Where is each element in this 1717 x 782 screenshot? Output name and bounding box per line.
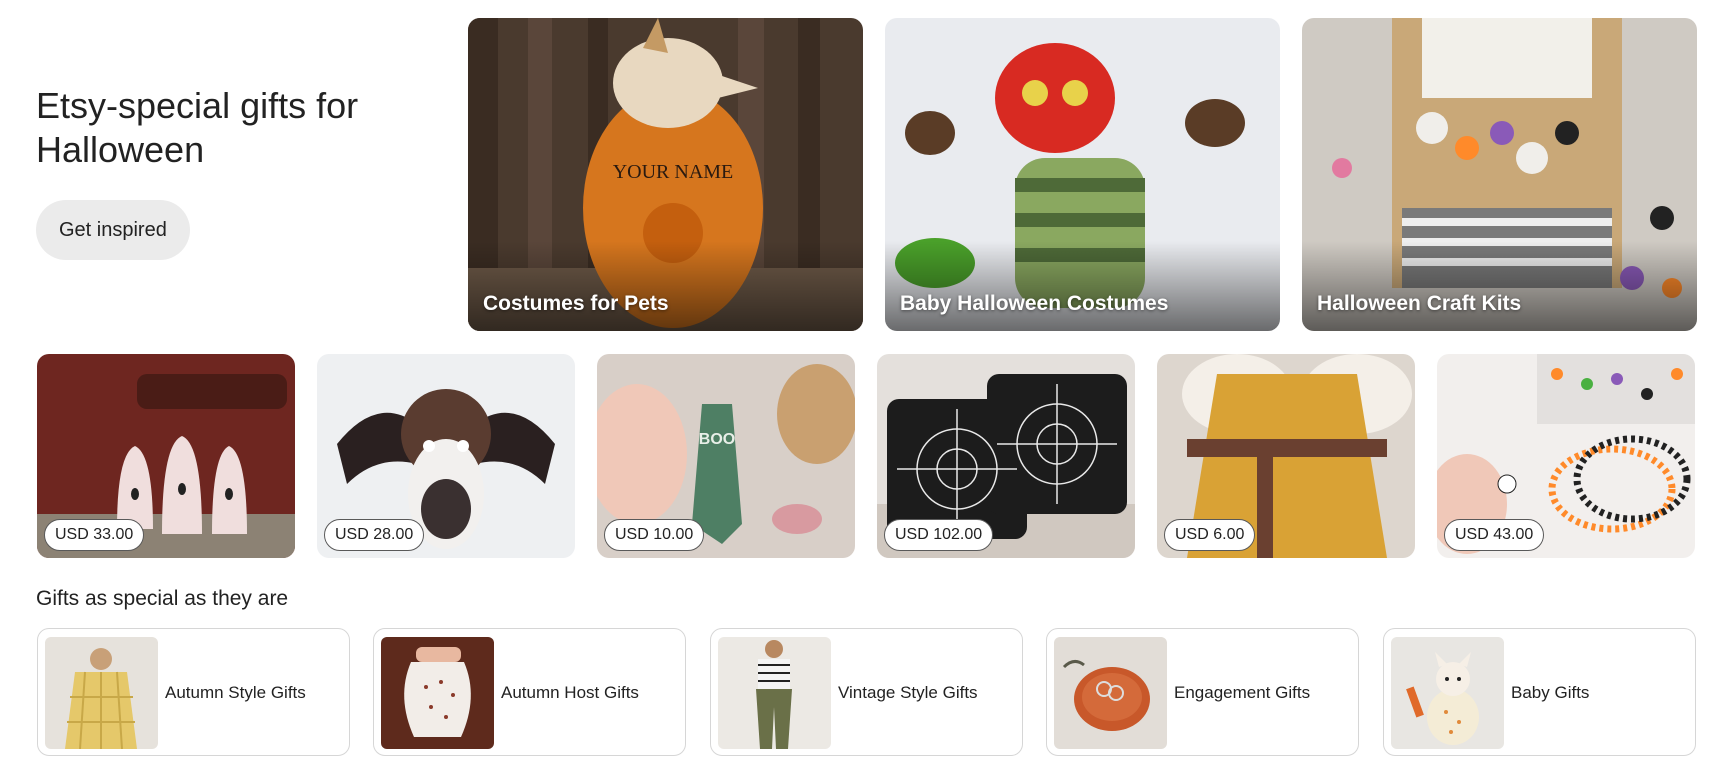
gift-label: Baby Gifts	[1511, 683, 1590, 702]
price-badge: USD 6.00	[1164, 519, 1256, 551]
price-badge: USD 102.00	[884, 519, 994, 551]
gift-card-autumn-style[interactable]: Autumn Style Gifts	[37, 628, 350, 756]
price-badge: USD 10.00	[604, 519, 705, 551]
gift-card-baby[interactable]: Baby Gifts	[1383, 628, 1696, 756]
price-badge: USD 33.00	[44, 519, 145, 551]
gift-label: Vintage Style Gifts	[838, 683, 978, 702]
gift-thumb	[1391, 637, 1504, 749]
category-card-costumes-for-pets[interactable]: YOUR NAME Costumes for Pets	[468, 18, 863, 331]
gift-card-vintage-style[interactable]: Vintage Style Gifts	[710, 628, 1023, 756]
item-card-bead-bracelets[interactable]: USD 43.00	[1437, 354, 1695, 558]
get-inspired-button[interactable]: Get inspired	[36, 200, 190, 260]
svg-text:BOO: BOO	[699, 431, 735, 448]
gifts-section-title: Gifts as special as they are	[36, 587, 289, 610]
item-card-bat-hat[interactable]: USD 28.00	[317, 354, 575, 558]
item-card-keychain[interactable]: BOO USD 10.00	[597, 354, 855, 558]
gift-thumb	[45, 637, 158, 749]
item-card-belt[interactable]: USD 6.00	[1157, 354, 1415, 558]
category-label: Costumes for Pets	[483, 292, 669, 315]
gift-thumb	[1054, 637, 1167, 749]
gift-label: Engagement Gifts	[1174, 683, 1311, 702]
gift-label: Autumn Style Gifts	[165, 683, 306, 702]
hero-title: Etsy-special gifts for Halloween	[36, 85, 359, 170]
price-badge: USD 28.00	[324, 519, 425, 551]
category-card-baby-halloween-costumes[interactable]: Baby Halloween Costumes	[885, 18, 1280, 331]
item-card-spiderweb-pillows[interactable]: USD 102.00	[877, 354, 1135, 558]
category-card-halloween-craft-kits[interactable]: Halloween Craft Kits	[1302, 18, 1697, 331]
item-card-clay-ghosts[interactable]: USD 33.00	[37, 354, 295, 558]
category-label: Halloween Craft Kits	[1317, 292, 1522, 315]
gift-thumb	[718, 637, 831, 749]
category-label: Baby Halloween Costumes	[900, 292, 1169, 315]
gift-label: Autumn Host Gifts	[501, 683, 639, 702]
svg-text:YOUR NAME: YOUR NAME	[613, 161, 734, 183]
price-badge: USD 43.00	[1444, 519, 1545, 551]
gift-card-engagement[interactable]: Engagement Gifts	[1046, 628, 1359, 756]
gift-thumb	[381, 637, 494, 749]
gift-card-autumn-host[interactable]: Autumn Host Gifts	[373, 628, 686, 756]
